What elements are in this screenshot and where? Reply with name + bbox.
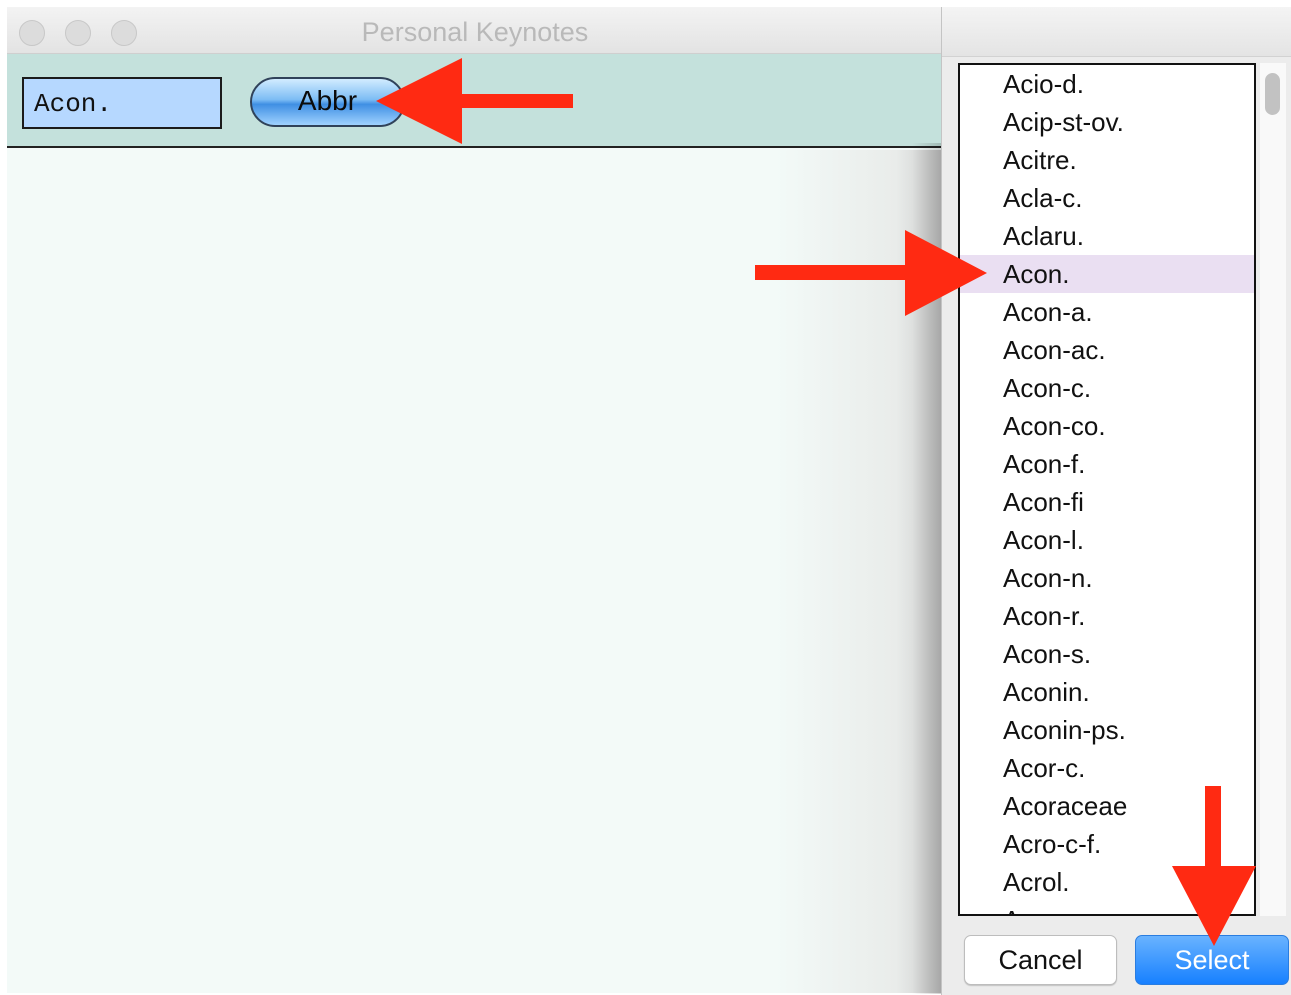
list-item[interactable]: Acon-l.	[960, 521, 1254, 559]
list-item[interactable]: Acon-f.	[960, 445, 1254, 483]
arrow-to-select-button-icon	[1172, 786, 1256, 946]
list-item[interactable]: Acon-r.	[960, 597, 1254, 635]
cancel-button[interactable]: Cancel	[964, 935, 1117, 985]
arrow-to-selected-item-icon	[755, 230, 987, 316]
list-scrollbar[interactable]	[1260, 63, 1286, 916]
arrow-to-abbr-button-icon	[376, 58, 573, 144]
window-titlebar: Personal Keynotes	[7, 7, 943, 54]
list-item[interactable]: Aconin.	[960, 673, 1254, 711]
list-item[interactable]: Acon-c.	[960, 369, 1254, 407]
list-item[interactable]: Acor-c.	[960, 749, 1254, 787]
window-title: Personal Keynotes	[361, 17, 589, 47]
list-item[interactable]: Acon-ac.	[960, 331, 1254, 369]
list-item[interactable]: Aconin-ps.	[960, 711, 1254, 749]
list-item[interactable]: Acon-s.	[960, 635, 1254, 673]
list-item[interactable]: Acon-a.	[960, 293, 1254, 331]
list-item[interactable]: Acio-d.	[960, 65, 1254, 103]
list-item[interactable]: Aclaru.	[960, 217, 1254, 255]
list-item[interactable]: Acon-co.	[960, 407, 1254, 445]
list-item[interactable]: Acon-n.	[960, 559, 1254, 597]
list-item[interactable]: Acip-st-ov.	[960, 103, 1254, 141]
abbreviation-field[interactable]: Acon.	[22, 77, 222, 129]
scrollbar-thumb[interactable]	[1265, 73, 1280, 115]
list-item-selected[interactable]: Acon.	[960, 255, 1254, 293]
list-item[interactable]: Acitre.	[960, 141, 1254, 179]
list-item[interactable]: Acla-c.	[960, 179, 1254, 217]
keynotes-window: Personal Keynotes Acon. Abbr	[7, 7, 943, 993]
panel-top-bar	[942, 7, 1291, 57]
list-item[interactable]: Acon-fi	[960, 483, 1254, 521]
